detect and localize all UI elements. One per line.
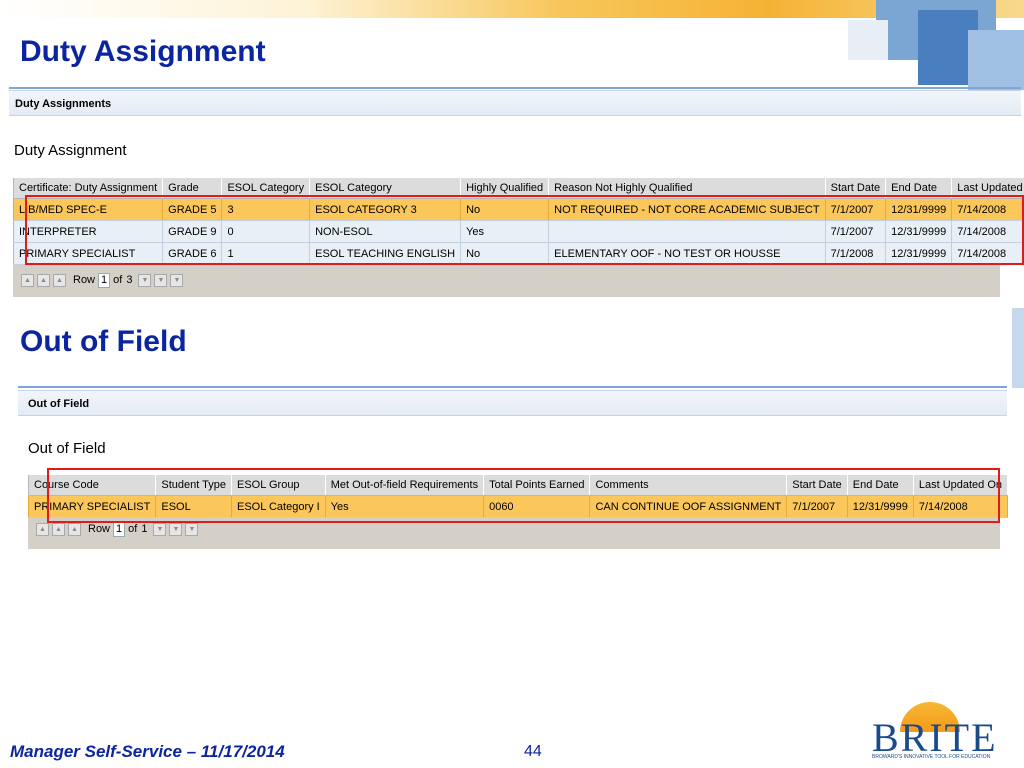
oof-highlight-box	[47, 468, 1000, 523]
section-divider	[9, 87, 1021, 89]
last-page-icon[interactable]: ▼	[170, 273, 184, 287]
section-divider	[18, 386, 1007, 388]
oof-panel-title: Out of Field	[28, 440, 106, 457]
duty-table-pager: ▲ ▲ ▲ Row 1 of 3 ▼ ▼ ▼	[21, 266, 186, 294]
duty-panel-title: Duty Assignment	[14, 142, 127, 159]
brite-logo: BRITE BROWARD'S INNOVATIVE TOOL FOR EDUC…	[872, 702, 1012, 762]
previous-row-icon[interactable]: ▲	[53, 273, 66, 287]
side-decoration	[1012, 308, 1024, 388]
slide-title-out-of-field: Out of Field	[20, 325, 187, 358]
pager-total: 1	[141, 523, 148, 535]
slide-title-duty-assignment: Duty Assignment	[20, 35, 266, 68]
duty-highlight-box	[25, 195, 1024, 265]
previous-row-icon[interactable]: ▲	[68, 522, 81, 536]
corner-decoration	[848, 0, 1024, 90]
logo-tagline: BROWARD'S INNOVATIVE TOOL FOR EDUCATION	[872, 754, 991, 760]
previous-page-icon[interactable]: ▲	[37, 273, 50, 287]
pager-row-label: Row	[73, 274, 96, 286]
footer-text: Manager Self-Service – 11/17/2014	[10, 742, 285, 761]
pager-row-label: Row	[88, 523, 111, 535]
previous-page-icon[interactable]: ▲	[52, 522, 65, 536]
duty-panel-header: Duty Assignments	[9, 90, 1021, 116]
last-page-icon[interactable]: ▼	[185, 522, 199, 536]
pager-of-label: of	[128, 523, 138, 535]
next-page-icon[interactable]: ▼	[154, 273, 168, 287]
next-row-icon[interactable]: ▼	[153, 522, 167, 536]
first-page-icon[interactable]: ▲	[36, 522, 49, 536]
pager-row-input[interactable]: 1	[113, 521, 126, 537]
next-row-icon[interactable]: ▼	[138, 273, 152, 287]
next-page-icon[interactable]: ▼	[169, 522, 183, 536]
page-number: 44	[524, 743, 542, 760]
first-page-icon[interactable]: ▲	[21, 273, 34, 287]
pager-of-label: of	[113, 274, 123, 286]
oof-panel-header: Out of Field	[18, 390, 1007, 416]
pager-row-input[interactable]: 1	[98, 272, 111, 288]
pager-total: 3	[126, 274, 133, 286]
